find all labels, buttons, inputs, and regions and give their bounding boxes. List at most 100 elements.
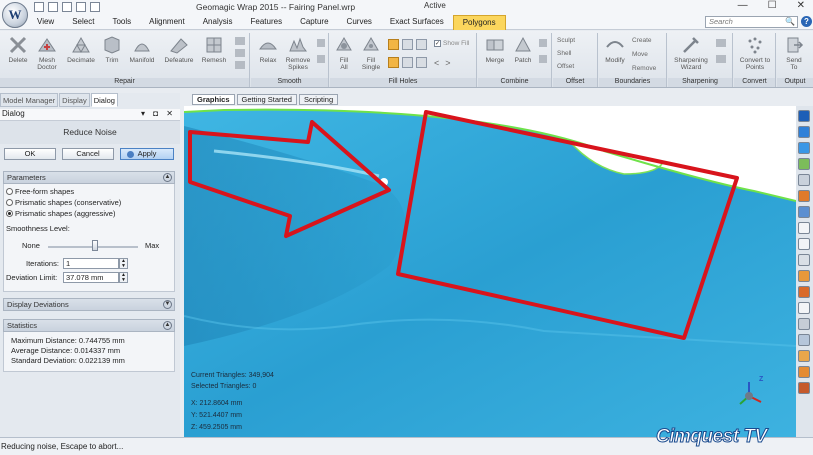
zoom-fit-icon[interactable] — [798, 174, 810, 186]
apply-button[interactable]: Apply — [120, 148, 174, 160]
tab-alignment[interactable]: Alignment — [140, 15, 194, 30]
pan-icon[interactable] — [798, 206, 810, 218]
smooth-more-icon[interactable] — [315, 35, 327, 73]
fill-complete-icon[interactable] — [388, 39, 399, 50]
paint-select-icon[interactable] — [798, 302, 810, 314]
radio-free-form[interactable] — [6, 188, 13, 195]
previous-arrow-icon[interactable]: < — [434, 58, 445, 68]
cancel-button[interactable]: Cancel — [62, 148, 114, 160]
sharpening-wizard-button[interactable]: Sharpening Wizard — [672, 35, 710, 71]
view-top-icon[interactable] — [798, 158, 810, 170]
fill-all-button[interactable]: Fill All — [334, 35, 354, 71]
sculpt-button[interactable]: Sculpt — [557, 37, 575, 44]
create-button[interactable]: Create — [632, 37, 652, 44]
deselect-icon[interactable] — [798, 318, 810, 330]
fill-tangent-icon[interactable] — [402, 39, 413, 50]
tab-select[interactable]: Select — [63, 15, 103, 30]
tab-capture[interactable]: Capture — [291, 15, 337, 30]
merge-button[interactable]: Merge — [481, 35, 509, 64]
send-to-button[interactable]: Send To — [781, 35, 807, 71]
help-icon[interactable]: ? — [801, 16, 812, 27]
redo-icon[interactable] — [90, 2, 100, 12]
repair-more-icon[interactable] — [233, 35, 247, 77]
option-prismatic-aggressive[interactable]: Prismatic shapes (aggressive) — [6, 209, 115, 218]
tab-display[interactable]: Display — [59, 93, 90, 107]
fill-flat-icon[interactable] — [416, 39, 427, 50]
patch-button[interactable]: Patch — [511, 35, 535, 64]
fill-single-button[interactable]: Fill Single — [358, 35, 384, 71]
radio-prismatic-aggressive[interactable] — [6, 210, 13, 217]
show-fill-checkbox[interactable]: ✓ Show Fill — [434, 40, 469, 47]
display-deviations-section-header[interactable]: Display Deviations ▼ — [3, 298, 175, 311]
convert-to-points-button[interactable]: Convert to Points — [736, 35, 774, 71]
zoom-window-icon[interactable] — [798, 222, 810, 234]
modify-button[interactable]: Modify — [602, 35, 628, 64]
tab-polygons[interactable]: Polygons — [452, 15, 506, 30]
fill-edge-icon[interactable] — [416, 57, 427, 68]
iterations-stepper[interactable]: ▲ ▼ — [119, 258, 128, 269]
remove-button[interactable]: Remove — [632, 65, 656, 72]
select-icon[interactable] — [798, 270, 810, 282]
dialog-controls[interactable]: ▾ ◘ ✕ — [141, 109, 176, 118]
collapse-chevron-icon[interactable]: ▲ — [163, 173, 172, 182]
deviation-limit-stepper[interactable]: ▲ ▼ — [119, 272, 128, 283]
statistics-section-header[interactable]: Statistics ▲ — [3, 319, 175, 332]
option-free-form[interactable]: Free-form shapes — [6, 187, 74, 196]
spin-icon[interactable] — [798, 190, 810, 202]
tab-dialog[interactable]: Dialog — [90, 93, 118, 107]
iterations-input[interactable]: 1 — [63, 258, 119, 269]
expand-chevron-icon[interactable]: ▼ — [163, 300, 172, 309]
delete-button[interactable]: Delete — [6, 35, 30, 64]
collapse-chevron-icon[interactable]: ▲ — [163, 321, 172, 330]
mesh-doctor-button[interactable]: Mesh Doctor — [33, 35, 61, 71]
tab-tools[interactable]: Tools — [103, 15, 140, 30]
toggle-display-icon[interactable] — [798, 334, 810, 346]
option-prismatic-conservative[interactable]: Prismatic shapes (conservative) — [6, 198, 121, 207]
tab-features[interactable]: Features — [242, 15, 292, 30]
parameters-section-header[interactable]: Parameters ▲ — [3, 171, 175, 184]
new-file-icon[interactable] — [34, 2, 44, 12]
tab-curves[interactable]: Curves — [338, 15, 381, 30]
ok-button[interactable]: OK — [4, 148, 56, 160]
next-arrow-icon[interactable]: > — [445, 58, 456, 68]
remesh-button[interactable]: Remesh — [200, 35, 228, 64]
search-input[interactable]: Search 🔍 — [705, 16, 798, 28]
lasso-select-icon[interactable] — [798, 286, 810, 298]
sharpening-more-icon[interactable] — [714, 35, 728, 73]
combine-more-icon[interactable] — [537, 35, 549, 73]
lighting-icon[interactable] — [798, 350, 810, 362]
maximize-button[interactable]: ☐ — [768, 0, 777, 11]
tab-model-manager[interactable]: Model Manager — [0, 93, 59, 107]
view-front-icon[interactable] — [798, 110, 810, 122]
color-map-icon[interactable] — [798, 366, 810, 378]
clipping-icon[interactable] — [798, 238, 810, 250]
fill-bridge-icon[interactable] — [402, 57, 413, 68]
smoothness-slider-thumb[interactable] — [91, 240, 98, 251]
measure-icon[interactable] — [798, 254, 810, 266]
search-icon[interactable]: 🔍 — [785, 17, 795, 27]
shell-button[interactable]: Shell — [557, 50, 571, 57]
tab-getting-started[interactable]: Getting Started — [236, 94, 297, 105]
view-iso-icon[interactable] — [798, 142, 810, 154]
tab-exact-surfaces[interactable]: Exact Surfaces — [381, 15, 453, 30]
defeature-button[interactable]: Defeature — [162, 35, 196, 64]
open-file-icon[interactable] — [48, 2, 58, 12]
relax-button[interactable]: Relax — [255, 35, 281, 64]
render-mode-icon[interactable] — [798, 382, 810, 394]
undo-icon[interactable] — [76, 2, 86, 12]
app-logo-icon[interactable]: W — [2, 2, 28, 28]
deviation-limit-input[interactable]: 37.078 mm — [63, 272, 119, 283]
fill-internal-icon[interactable] — [388, 57, 399, 68]
minimize-button[interactable]: — — [738, 0, 748, 11]
tab-view[interactable]: View — [28, 15, 63, 30]
tab-graphics[interactable]: Graphics — [192, 94, 235, 105]
view-back-icon[interactable] — [798, 126, 810, 138]
move-button[interactable]: Move — [632, 51, 648, 58]
remove-spikes-button[interactable]: Remove Spikes — [283, 35, 313, 71]
manifold-button[interactable]: Manifold — [127, 35, 157, 64]
save-icon[interactable] — [62, 2, 72, 12]
graphics-viewport[interactable]: Current Triangles: 349,904 Selected Tria… — [184, 106, 796, 437]
radio-prismatic-conservative[interactable] — [6, 199, 13, 206]
trim-button[interactable]: Trim — [101, 35, 123, 64]
mesh-scene[interactable] — [184, 106, 796, 437]
